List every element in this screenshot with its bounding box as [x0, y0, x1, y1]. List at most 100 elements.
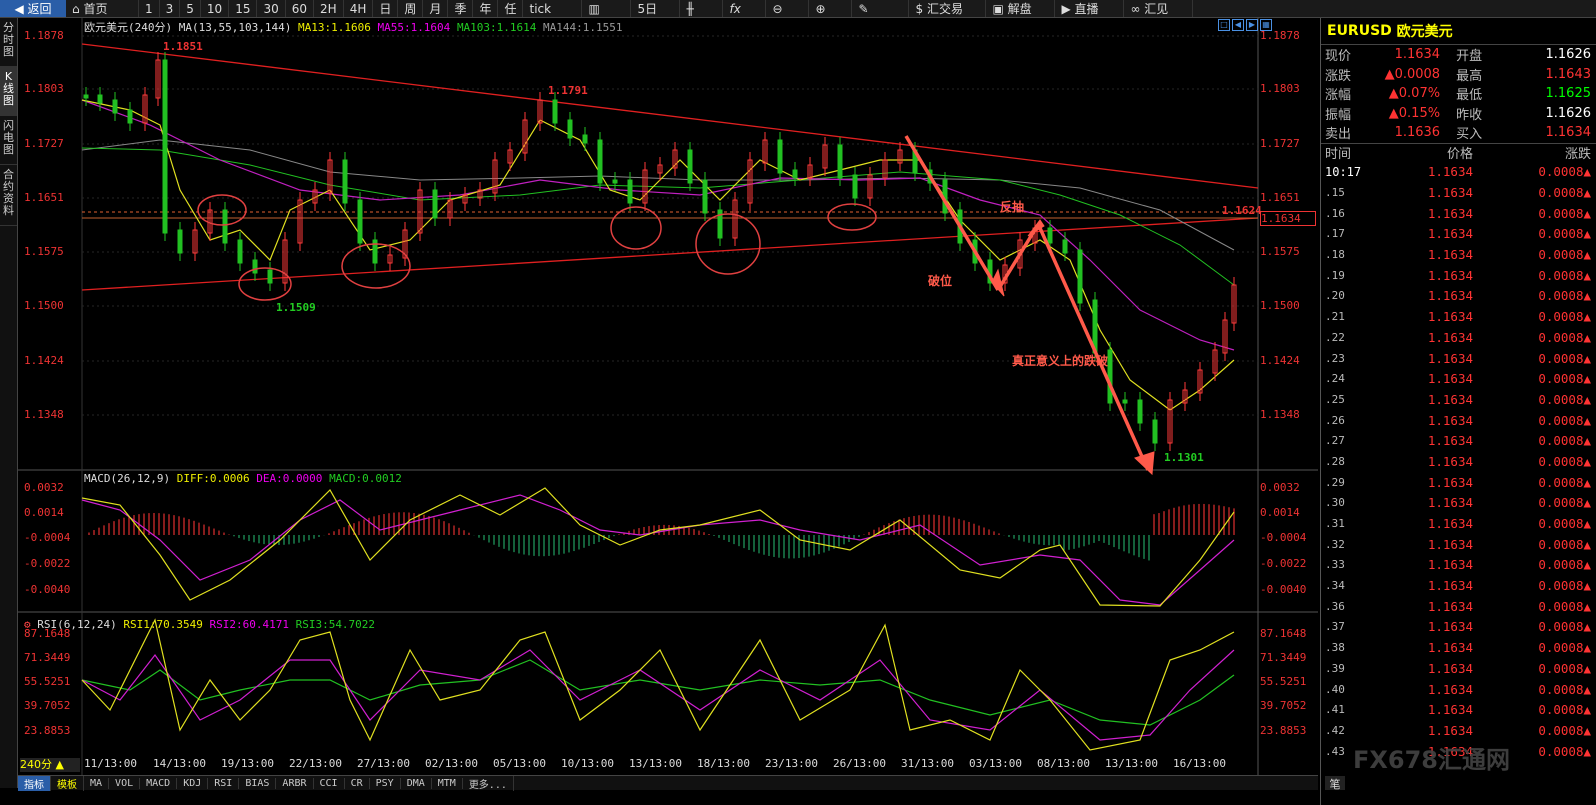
tick-time: .21 [1325, 310, 1345, 324]
live-button[interactable]: ▶ 直播 [1055, 0, 1125, 17]
tick-row: .17 1.1634 0.0008▲ [1321, 224, 1596, 245]
candle-body [1107, 349, 1113, 404]
ma55-label: MA55:1.1604 [377, 21, 451, 34]
candle-body [792, 169, 798, 179]
candle-button[interactable]: ╫ [680, 0, 724, 17]
tick-row: .25 1.1634 0.0008▲ [1321, 389, 1596, 410]
pen-tab[interactable]: 笔 [1325, 776, 1345, 791]
period-year[interactable]: 年 [473, 0, 499, 17]
bar-chart-button[interactable]: ▥ [582, 0, 632, 17]
tick-time: .41 [1325, 703, 1345, 717]
prev-icon[interactable]: ◀ [1232, 19, 1244, 31]
candle-body [127, 109, 133, 124]
up-arrow-icon: ▲ [1388, 105, 1399, 121]
up-arrow-icon: ▲ [1583, 474, 1591, 490]
rsi2-line [81, 649, 1235, 741]
period-4h[interactable]: 4H [344, 0, 374, 17]
up-arrow-icon: ▲ [1583, 598, 1591, 614]
tick-change: 0.0008▲ [1538, 288, 1591, 304]
period-tick[interactable]: tick [523, 0, 583, 17]
home-button[interactable]: ⌂ 首页 [66, 0, 139, 17]
tab-mtm[interactable]: MTM [432, 777, 463, 789]
period-any[interactable]: 任 [498, 0, 524, 17]
tab-flash[interactable]: 闪电图 [0, 116, 17, 165]
tick-price: 1.1634 [1427, 391, 1473, 407]
zoom-out-button[interactable]: ⊖ [766, 0, 810, 17]
up-arrow-icon: ▲ [1583, 350, 1591, 366]
candle-body [83, 94, 89, 99]
tab-indicator[interactable]: 指标 [18, 775, 51, 791]
candlestick-icon: ╫ [686, 1, 694, 16]
tick-row: .24 1.1634 0.0008▲ [1321, 368, 1596, 389]
tick-time: .40 [1325, 682, 1345, 696]
next-icon[interactable]: ▶ [1246, 19, 1258, 31]
tab-rsi[interactable]: RSI [208, 777, 240, 789]
tick-row: .41 1.1634 0.0008▲ [1321, 699, 1596, 720]
fx-button[interactable]: fx [723, 0, 767, 17]
up-arrow-icon: ▲ [1583, 536, 1591, 552]
period-10[interactable]: 10 [201, 0, 230, 17]
tick-time: .39 [1325, 661, 1345, 675]
draw-button[interactable]: ✎ [852, 0, 910, 17]
candle-body [597, 139, 603, 184]
tab-dma[interactable]: DMA [401, 777, 432, 789]
tick-time: .38 [1325, 641, 1345, 655]
period-3[interactable]: 3 [160, 0, 181, 17]
tab-kline[interactable]: K线图 [0, 67, 17, 116]
tab-psy[interactable]: PSY [370, 777, 401, 789]
tab-ma[interactable]: MA [84, 777, 110, 789]
tick-change: 0.0008▲ [1538, 474, 1591, 490]
tab-bias[interactable]: BIAS [239, 777, 277, 789]
up-arrow-icon: ▲ [1583, 702, 1591, 718]
period-2h[interactable]: 2H [314, 0, 344, 17]
chart-canvas[interactable] [18, 18, 1318, 775]
candle-body [1152, 419, 1158, 444]
collapse-icon[interactable]: □ [1218, 19, 1230, 31]
zoom-in-button[interactable]: ⊕ [809, 0, 853, 17]
period-60[interactable]: 60 [286, 0, 315, 17]
tab-template[interactable]: 模板 [51, 775, 84, 791]
back-button[interactable]: ◀ 返回 [0, 0, 66, 17]
tab-vol[interactable]: VOL [109, 777, 141, 789]
period-day[interactable]: 日 [373, 0, 399, 17]
exchange-button[interactable]: $ 汇交易 [909, 0, 987, 17]
candle-body [1062, 239, 1068, 254]
indicator-tabs: 指标 模板 MA VOL MACD KDJ RSI BIAS ARBR CCI … [18, 775, 1318, 791]
summary-button[interactable]: ∞ 汇见 [1124, 0, 1194, 17]
candle-body [162, 59, 168, 234]
period-month[interactable]: 月 [423, 0, 449, 17]
ma144-label: MA144:1.1551 [543, 21, 623, 34]
tab-timeline[interactable]: 分时图 [0, 18, 17, 67]
period-5[interactable]: 5 [180, 0, 201, 17]
current-price-box: 1.1634 [1260, 211, 1316, 226]
tab-cr[interactable]: CR [345, 777, 370, 789]
period-quarter[interactable]: 季 [448, 0, 474, 17]
five-day-button[interactable]: 5日 [631, 0, 681, 17]
tick-time: .37 [1325, 620, 1345, 634]
tab-cci[interactable]: CCI [314, 777, 345, 789]
function-icon: fx [729, 1, 741, 16]
tick-row: .36 1.1634 0.0008▲ [1321, 596, 1596, 617]
tab-more[interactable]: 更多... [463, 775, 514, 791]
tick-price: 1.1634 [1427, 557, 1473, 573]
tick-change: 0.0008▲ [1538, 350, 1591, 366]
period-1[interactable]: 1 [139, 0, 160, 17]
top-toolbar: ◀ 返回 ⌂ 首页 1 3 5 10 15 30 60 2H 4H 日 周 月 … [0, 0, 1596, 18]
tab-contract-info[interactable]: 合约资料 [0, 165, 17, 226]
period-15[interactable]: 15 [229, 0, 258, 17]
period-30[interactable]: 30 [257, 0, 286, 17]
tick-change: 0.0008▲ [1538, 329, 1591, 345]
zoom-in-icon: ⊕ [815, 1, 826, 16]
tick-change: 0.0008▲ [1538, 557, 1591, 573]
period-week[interactable]: 周 [398, 0, 424, 17]
analysis-button[interactable]: ▣ 解盘 [986, 0, 1056, 17]
period-selector[interactable]: 240分 ▲ [20, 758, 80, 772]
up-arrow-icon: ▲ [1583, 557, 1591, 573]
tab-arbr[interactable]: ARBR [276, 777, 314, 789]
ticks-list[interactable]: 10:17 1.1634 0.0008▲ .15 1.1634 0.0008▲ .16 1.1… [1321, 162, 1596, 762]
tab-macd[interactable]: MACD [140, 777, 178, 789]
up-arrow-icon: ▲ [1583, 743, 1591, 759]
tab-kdj[interactable]: KDJ [177, 777, 209, 789]
tick-change: 0.0008▲ [1538, 309, 1591, 325]
up-arrow-icon: ▲ [1583, 619, 1591, 635]
